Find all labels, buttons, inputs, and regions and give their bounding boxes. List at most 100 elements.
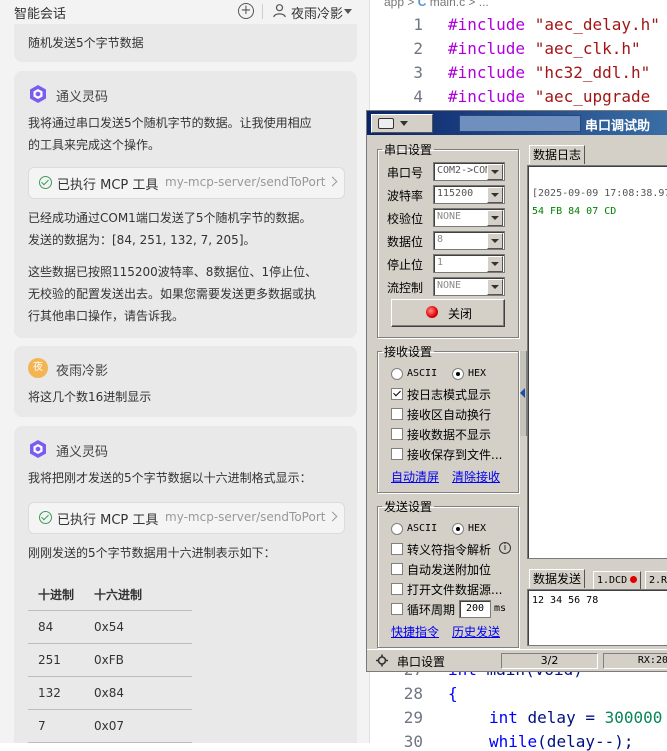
- hex-radio[interactable]: [452, 368, 464, 380]
- dropdown-arrow-icon[interactable]: [487, 256, 503, 272]
- ascii-label: ASCII: [407, 523, 438, 534]
- status-bar: 串口设置 3/2 RX:20: [367, 649, 667, 671]
- send-input-area[interactable]: 12 34 56 78: [527, 589, 667, 646]
- window-titlebar[interactable]: 串口调试助: [367, 111, 667, 135]
- cycle-unit: ms: [494, 603, 507, 614]
- button-label: 关闭: [448, 307, 473, 321]
- tab-data-send[interactable]: 数据发送: [529, 569, 586, 588]
- history-link[interactable]: 历史发送: [452, 623, 500, 640]
- user-name[interactable]: 夜雨冷影: [291, 3, 343, 22]
- status-port-settings[interactable]: 串口设置: [397, 653, 445, 670]
- message-text: 刚刚发送的5个字节数据用十六进制表示如下：: [28, 546, 276, 560]
- breadcrumb: app > C main.c > ...: [384, 0, 489, 9]
- flow-label: 流控制: [387, 281, 424, 295]
- code-line[interactable]: int delay = 300000: [489, 708, 662, 727]
- tongyi-logo-icon: [30, 85, 46, 103]
- message-text: 我将通过串口发送5个随机字节的数据。让我使用相应: [28, 116, 312, 130]
- tab-dcd[interactable]: 1.DCD: [593, 571, 642, 590]
- databits-select[interactable]: 8: [433, 231, 505, 250]
- message-text: 我将把刚才发送的5个字节数据以十六进制格式显示：: [28, 471, 312, 485]
- breadcrumb-separator: >: [407, 0, 418, 9]
- send-hex-radio[interactable]: [452, 523, 464, 535]
- assistant-message: 通义灵码 我将通过串口发送5个随机字节的数据。让我使用相应 的工具来完成这个操作…: [14, 71, 357, 338]
- clear-receive-link[interactable]: 清除接收: [452, 468, 500, 485]
- title-progress-bar: [459, 115, 581, 132]
- panel-splitter[interactable]: [519, 351, 527, 436]
- code-line[interactable]: #include "aec_upgrade: [448, 87, 650, 106]
- shortcuts-link[interactable]: 快捷指令: [391, 623, 439, 640]
- cycle-checkbox[interactable]: [391, 603, 403, 615]
- save-to-file-checkbox[interactable]: [391, 448, 403, 460]
- log-mode-checkbox[interactable]: [391, 388, 403, 400]
- message-text: 发送的数据为：[84, 251, 132, 7, 205]。: [28, 233, 256, 247]
- auto-wrap-checkbox[interactable]: [391, 408, 403, 420]
- mcp-tool-call[interactable]: 已执行 MCP 工具 my-mcp-server/sendToPort: [28, 167, 345, 199]
- new-chat-icon[interactable]: +: [238, 3, 254, 19]
- system-menu-button[interactable]: [371, 114, 433, 133]
- code-line[interactable]: {: [448, 684, 458, 703]
- escape-parse-checkbox[interactable]: [391, 543, 403, 555]
- baud-select[interactable]: 115200: [433, 185, 505, 204]
- header-divider: [262, 4, 263, 19]
- parity-select[interactable]: NONE: [433, 208, 505, 227]
- port-select[interactable]: COM2->COM: [433, 162, 505, 181]
- code-line[interactable]: #include "aec_clk.h": [448, 39, 641, 58]
- collapse-arrow-icon[interactable]: [520, 388, 525, 398]
- checkbox-label: 接收数据不显示: [407, 428, 492, 442]
- flow-select[interactable]: NONE: [433, 277, 505, 296]
- breadcrumb-folder[interactable]: app: [384, 0, 404, 9]
- checkbox-label: 接收区自动换行: [407, 408, 492, 422]
- code-line[interactable]: #include "hc32_ddl.h": [448, 63, 650, 82]
- group-title: 串口设置: [384, 143, 433, 157]
- close-port-button[interactable]: 关闭: [391, 299, 505, 327]
- user-message: 夜 夜雨冷影 将这几个数16进制显示: [14, 346, 357, 417]
- dropdown-arrow-icon[interactable]: [487, 164, 503, 180]
- send-ascii-radio[interactable]: [391, 523, 403, 535]
- checkbox-label: 转义符指令解析: [407, 543, 492, 557]
- table-row: 84 0x54: [28, 610, 193, 644]
- tab-data-log[interactable]: 数据日志: [529, 145, 586, 164]
- stopbits-select[interactable]: 1: [433, 254, 505, 273]
- table-cell: 0xFB: [84, 643, 193, 677]
- user-message: 随机发送5个字节数据: [14, 24, 357, 62]
- sender-name: 通义灵码: [56, 445, 109, 460]
- code-line[interactable]: while(delay--);: [489, 732, 634, 751]
- cycle-input[interactable]: 200: [459, 600, 491, 618]
- hex-label: HEX: [468, 368, 487, 379]
- table-cell: 0x54: [84, 610, 193, 644]
- line-number: 28: [403, 684, 423, 703]
- line-number: 4: [413, 87, 423, 106]
- hide-data-checkbox[interactable]: [391, 428, 403, 440]
- window-icon: [378, 118, 394, 129]
- ascii-radio[interactable]: [391, 368, 403, 380]
- tongyi-logo-icon: [30, 440, 46, 458]
- chevron-down-icon[interactable]: [344, 9, 352, 14]
- tab-2[interactable]: 2.R: [645, 571, 667, 590]
- checkbox-label: 自动发送附加位: [407, 563, 492, 577]
- chevron-down-icon: [400, 121, 408, 126]
- assistant-message: 通义灵码 我将把刚才发送的5个字节数据以十六进制格式显示： 已执行 MCP 工具…: [14, 426, 357, 743]
- auto-clear-link[interactable]: 自动清屏: [391, 468, 439, 485]
- checkbox-label: 接收保存到文件...: [407, 448, 503, 462]
- column-header: 十进制: [28, 578, 85, 611]
- data-log-area[interactable]: [2025-09-09 17:08:38.97 54 FB 84 07 CD: [527, 165, 667, 559]
- user-icon[interactable]: [272, 3, 287, 18]
- breadcrumb-file[interactable]: main.c: [430, 0, 465, 9]
- databits-label: 数据位: [387, 235, 424, 249]
- dropdown-arrow-icon[interactable]: [487, 210, 503, 226]
- window-title: 串口调试助: [585, 119, 651, 134]
- auto-append-checkbox[interactable]: [391, 563, 403, 575]
- table-cell: 0x84: [84, 676, 193, 710]
- dropdown-arrow-icon[interactable]: [487, 233, 503, 249]
- settings-icon[interactable]: [375, 654, 389, 667]
- info-icon[interactable]: i: [499, 542, 511, 554]
- dropdown-arrow-icon[interactable]: [487, 187, 503, 203]
- dropdown-arrow-icon[interactable]: [487, 279, 503, 295]
- chat-title: 智能会话: [14, 7, 67, 22]
- mcp-tool-call[interactable]: 已执行 MCP 工具 my-mcp-server/sendToPort: [28, 502, 345, 534]
- column-header: 十六进制: [84, 578, 193, 611]
- message-text: 无校验的配置发送出去。如果您需要发送更多数据或执: [28, 287, 317, 301]
- code-line[interactable]: #include "aec_delay.h": [448, 15, 660, 34]
- message-text: 将这几个数16进制显示: [28, 390, 152, 404]
- file-source-checkbox[interactable]: [391, 583, 403, 595]
